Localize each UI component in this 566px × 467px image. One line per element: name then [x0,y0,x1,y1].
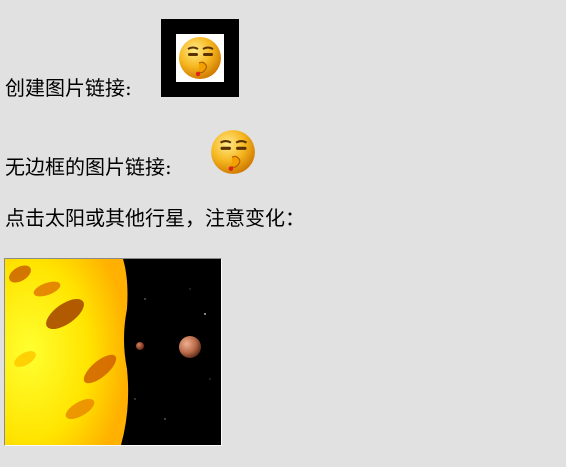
borderless-image-link[interactable] [208,127,258,177]
large-planet-hotspot[interactable] [179,336,201,358]
bordered-link-label: 创建图片链接: [5,76,132,100]
small-planet-hotspot[interactable] [136,342,144,350]
bordered-image-link[interactable] [161,19,239,97]
bordered-image-frame [176,34,224,82]
smiley-icon [179,37,221,79]
smiley-icon [211,130,255,174]
sun-hotspot[interactable] [5,259,129,445]
borderless-link-label: 无边框的图片链接: [5,155,172,179]
planets-image-map [4,258,222,446]
instruction-text: 点击太阳或其他行星，注意变化： [5,206,305,230]
